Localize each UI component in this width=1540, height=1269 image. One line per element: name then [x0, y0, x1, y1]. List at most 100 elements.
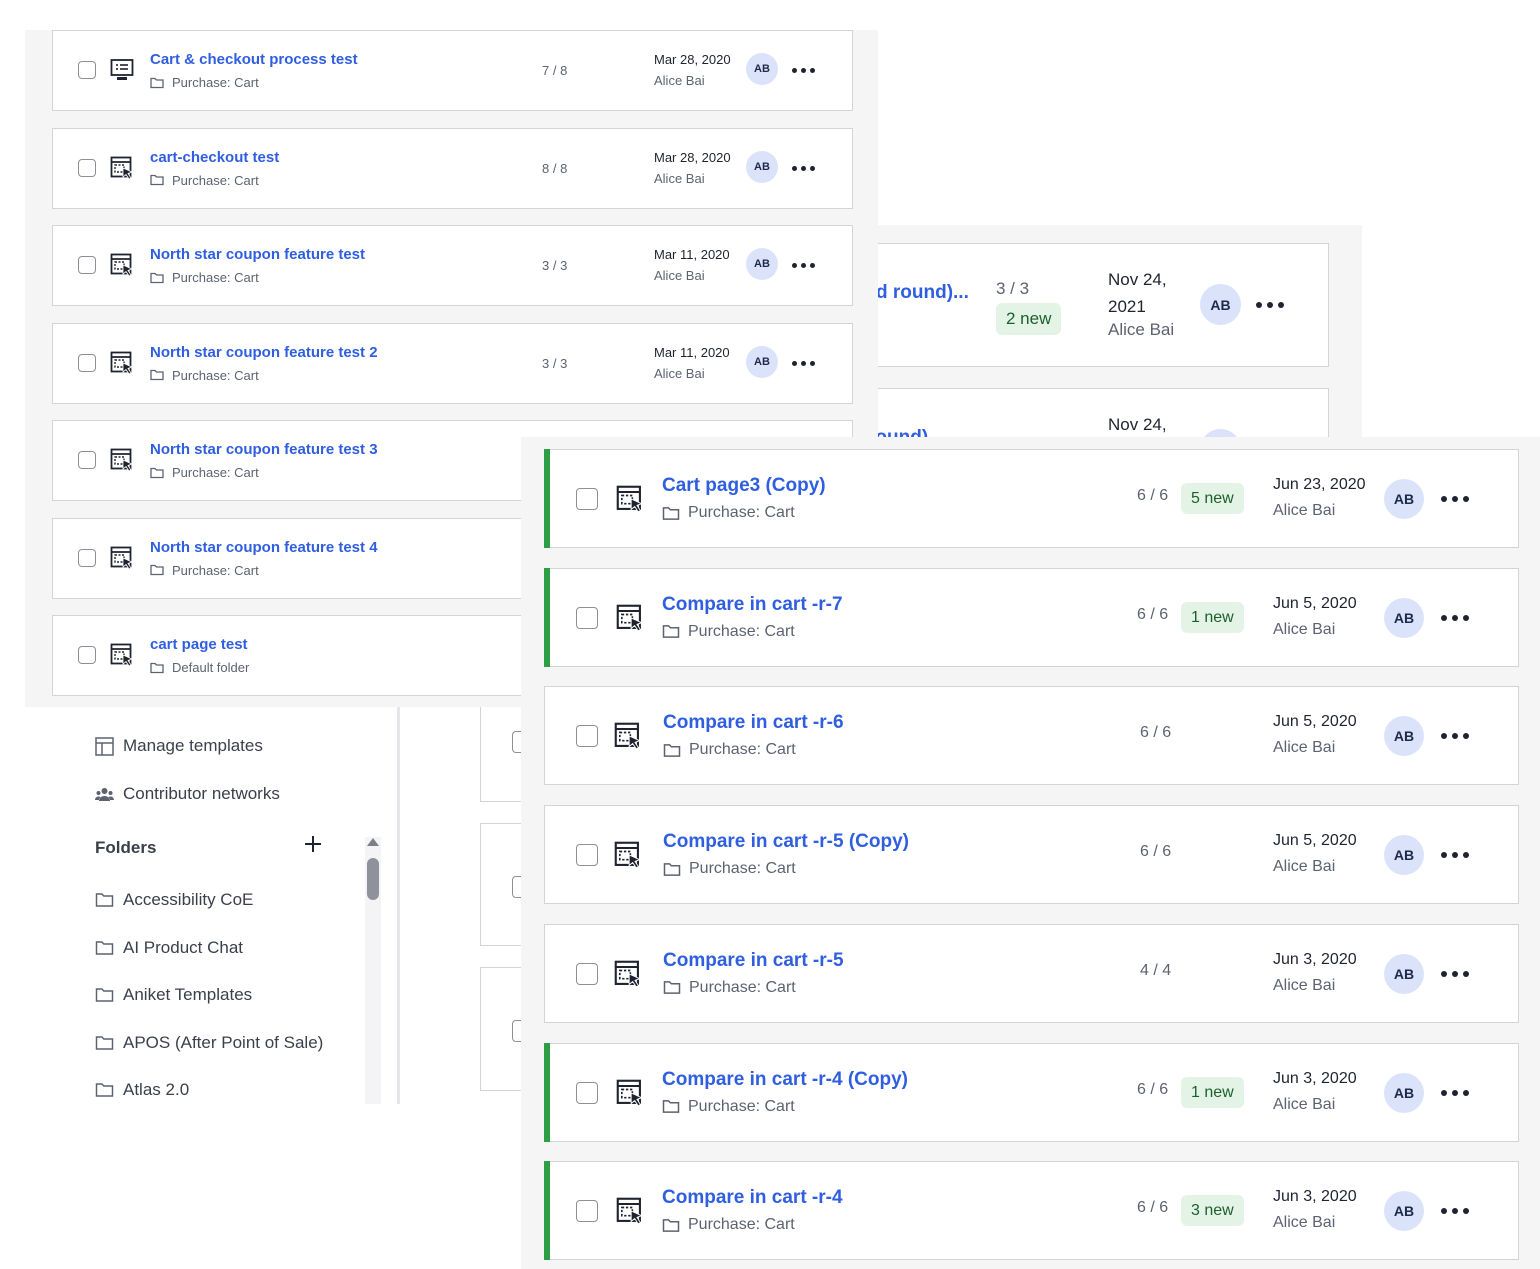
avatar: AB [1384, 1072, 1424, 1113]
test-title-link[interactable]: North star coupon feature test 3 [150, 441, 378, 458]
scroll-up-icon[interactable] [367, 838, 379, 846]
test-card[interactable]: d round)... 3 / 3 2 new Nov 24, 2021 Ali… [878, 243, 1329, 367]
test-title-link[interactable]: Compare in cart -r-5 (Copy) [663, 831, 909, 853]
sidebar-folder-item[interactable]: AI Product Chat [95, 938, 243, 958]
more-options-button[interactable] [1441, 496, 1469, 502]
test-title-link[interactable]: North star coupon feature test 4 [150, 539, 378, 556]
test-title-link[interactable]: Compare in cart -r-4 [662, 1187, 843, 1209]
row-checkbox[interactable] [78, 548, 96, 567]
sidebar-item-manage-templates[interactable]: Manage templates [95, 736, 263, 756]
row-checkbox[interactable] [78, 451, 96, 469]
response-count: 3 / 3 [542, 258, 568, 273]
sidebar-folder-item[interactable]: Accessibility CoE [95, 890, 253, 910]
test-title-link[interactable]: North star coupon feature test [150, 246, 365, 263]
row-checkbox[interactable] [576, 962, 598, 985]
test-title-link[interactable]: cart page test [150, 636, 248, 653]
folder-name: Purchase: Cart [688, 1216, 795, 1234]
avatar: AB [1384, 716, 1424, 757]
row-checkbox[interactable] [78, 256, 96, 274]
row-checkbox[interactable] [576, 488, 598, 510]
avatar: AB [746, 53, 778, 85]
more-options-button[interactable] [792, 165, 815, 171]
test-card[interactable]: Compare in cart -r-4 Purchase: Cart 6 / 6 3… [544, 1161, 1519, 1261]
test-owner: Alice Bai [654, 73, 705, 88]
prototype-icon [110, 253, 134, 282]
test-date: Jun 3, 2020 [1273, 1069, 1357, 1087]
folder-icon [663, 744, 681, 757]
folder-icon [95, 988, 114, 1002]
test-card[interactable]: Cart page3 (Copy) Purchase: Cart 6 / 6 5 ne… [544, 449, 1519, 548]
sidebar-item-contributor-networks[interactable]: Contributor networks [95, 784, 280, 804]
test-card[interactable]: Compare in cart -r-5 Purchase: Cart 4 / 4 J… [544, 923, 1519, 1023]
response-count: 6 / 6 [1140, 843, 1172, 861]
test-folder: Purchase: Cart [150, 465, 259, 480]
test-card[interactable]: Compare in cart -r-6 Purchase: Cart 6 / 6 J… [544, 686, 1519, 786]
test-folder: Purchase: Cart [663, 979, 796, 997]
row-checkbox[interactable] [78, 158, 96, 177]
row-checkbox[interactable] [78, 61, 96, 79]
more-options-button[interactable] [1441, 614, 1469, 621]
folder-name: Purchase: Cart [172, 562, 259, 578]
avatar: AB [1384, 953, 1424, 994]
test-title-link[interactable]: Compare in cart -r-6 [663, 712, 844, 734]
more-options-button[interactable] [792, 263, 815, 268]
test-card[interactable]: North star coupon feature test Purchase: … [52, 225, 853, 306]
test-folder: Purchase: Cart [662, 623, 795, 641]
response-count: 4 / 4 [1140, 961, 1172, 979]
test-title-link[interactable]: cart-checkout test [150, 149, 279, 166]
test-owner: Alice Bai [1108, 320, 1175, 339]
test-card[interactable]: Compare in cart -r-4 (Copy) Purchase: Car… [544, 1042, 1519, 1142]
test-title-link[interactable]: round) [878, 427, 928, 437]
more-options-button[interactable] [792, 68, 815, 73]
test-folder: Purchase: Cart [150, 270, 259, 285]
more-options-button[interactable] [1441, 970, 1469, 977]
test-card[interactable]: cart-checkout test Purchase: Cart 8 / 8 Mar… [52, 127, 853, 209]
folder-name: Purchase: Cart [688, 1097, 795, 1115]
test-card[interactable]: round) Nov 24, [878, 388, 1329, 437]
row-checkbox[interactable] [78, 646, 96, 664]
test-title-link[interactable]: Cart page3 (Copy) [662, 475, 826, 497]
test-card[interactable]: Compare in cart -r-5 (Copy) Purchase: Car… [544, 805, 1519, 905]
test-card[interactable]: Compare in cart -r-7 Purchase: Cart 6 / 6 1… [544, 567, 1519, 667]
folder-name: AI Product Chat [123, 937, 244, 957]
sidebar-folder-item[interactable]: Aniket Templates [95, 985, 252, 1005]
more-options-button[interactable] [792, 360, 815, 366]
row-checkbox[interactable] [576, 844, 598, 867]
prototype-icon [616, 485, 644, 518]
more-options-button[interactable] [1441, 1089, 1469, 1096]
row-checkbox[interactable] [576, 725, 598, 748]
prototype-icon [110, 351, 134, 380]
row-checkbox[interactable] [576, 1200, 598, 1223]
test-title-link[interactable]: d round)... [878, 282, 969, 304]
more-options-button[interactable] [1256, 302, 1284, 308]
sidebar-folder-item[interactable]: APOS (After Point of Sale) [95, 1033, 323, 1053]
row-checkbox[interactable] [78, 353, 96, 372]
more-options-button[interactable] [1441, 733, 1469, 740]
test-folder: Purchase: Cart [663, 741, 796, 759]
test-title-link[interactable]: Cart & checkout process test [150, 51, 358, 68]
test-date: Mar 11, 2020 [654, 344, 730, 360]
test-date: Jun 3, 2020 [1273, 950, 1357, 968]
test-folder: Purchase: Cart [662, 1216, 795, 1234]
avatar: AB [746, 345, 778, 378]
test-card[interactable]: Cart & checkout process test Purchase: Ca… [52, 30, 853, 111]
prototype-icon [614, 960, 642, 993]
row-checkbox[interactable] [576, 1081, 598, 1104]
test-title-link[interactable]: Compare in cart -r-5 [663, 950, 844, 972]
more-options-button[interactable] [1441, 852, 1469, 859]
sidebar-folder-item[interactable]: Atlas 2.0 [95, 1080, 189, 1100]
test-folder: Purchase: Cart [150, 368, 259, 383]
test-title-link[interactable]: Compare in cart -r-4 (Copy) [662, 1069, 908, 1091]
row-checkbox[interactable] [576, 606, 598, 629]
avatar [1200, 429, 1241, 437]
prototype-icon [614, 841, 642, 874]
add-folder-icon[interactable] [302, 833, 324, 855]
test-date: Jun 5, 2020 [1273, 713, 1357, 731]
test-card[interactable]: North star coupon feature test 2 Purchase… [52, 322, 853, 404]
scrollbar-thumb[interactable] [367, 858, 379, 900]
test-title-link[interactable]: Compare in cart -r-7 [662, 594, 843, 616]
folder-icon [662, 625, 680, 639]
test-title-link[interactable]: North star coupon feature test 2 [150, 344, 378, 361]
test-date: Nov 24, [1108, 415, 1167, 434]
more-options-button[interactable] [1441, 1208, 1469, 1215]
